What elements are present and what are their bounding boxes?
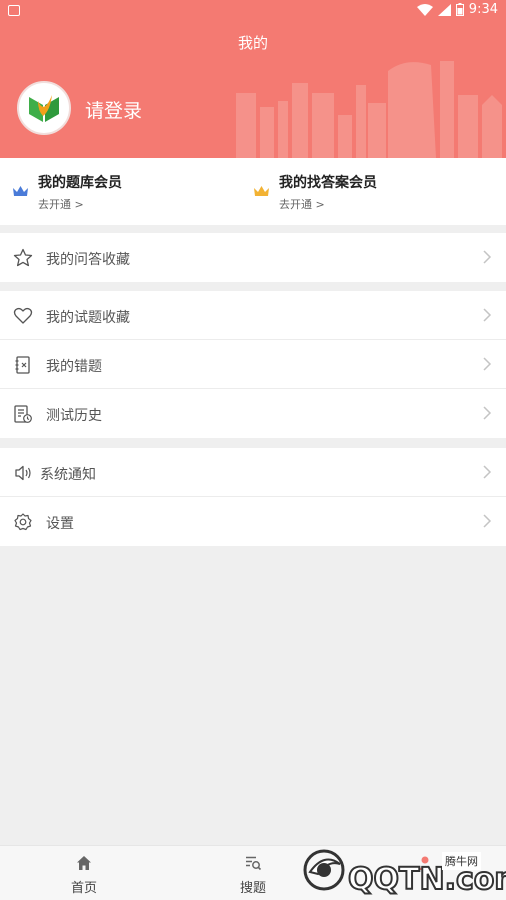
notification-icon bbox=[8, 5, 20, 16]
profile-header: 9:34 我的 请登录 bbox=[0, 0, 506, 158]
menu-item-label: 我的试题收藏 bbox=[46, 310, 130, 326]
chevron-right-icon bbox=[483, 357, 492, 371]
menu-item-label: 设置 bbox=[46, 516, 74, 532]
chevron-right-icon bbox=[483, 308, 492, 322]
answer-finder-membership[interactable]: 我的找答案会员 去开通 > bbox=[253, 158, 506, 225]
membership-panel: 我的题库会员 去开通 > 我的找答案会员 去开通 > bbox=[0, 158, 506, 225]
tab-search[interactable]: 搜题 bbox=[193, 846, 313, 900]
menu-item-label: 我的问答收藏 bbox=[46, 252, 130, 268]
login-link[interactable]: 请登录 bbox=[85, 96, 142, 123]
home-icon bbox=[77, 856, 91, 870]
crown-icon bbox=[13, 186, 28, 196]
menu-group-system: 系统通知 设置 bbox=[0, 448, 506, 546]
battery-icon bbox=[455, 3, 464, 16]
tab-home[interactable]: 首页 bbox=[24, 846, 144, 900]
city-skyline-decoration bbox=[236, 61, 502, 158]
menu-item-label: 我的错题 bbox=[46, 359, 102, 375]
tab-label: 搜题 bbox=[239, 881, 266, 896]
avatar[interactable] bbox=[17, 81, 71, 135]
menu-item-notifications[interactable]: 系统通知 bbox=[0, 448, 506, 497]
chevron-right-icon bbox=[483, 250, 492, 264]
tab-label: 首页 bbox=[70, 881, 97, 896]
search-list-icon bbox=[246, 856, 262, 871]
watermark-brand: 腾牛网 bbox=[442, 852, 481, 870]
member-title: 我的找答案会员 bbox=[279, 175, 377, 191]
crown-icon bbox=[254, 186, 269, 196]
signal-icon bbox=[437, 3, 451, 16]
app-logo-icon bbox=[29, 95, 59, 122]
question-bank-membership[interactable]: 我的题库会员 去开通 > bbox=[0, 158, 253, 225]
page-title: 我的 bbox=[237, 34, 268, 52]
chevron-right-icon bbox=[483, 406, 492, 420]
status-time: 9:34 bbox=[468, 2, 498, 17]
menu-item-label: 测试历史 bbox=[46, 408, 102, 424]
wifi-icon bbox=[416, 3, 433, 16]
menu-item-test-history[interactable]: 测试历史 bbox=[0, 389, 506, 438]
activate-link[interactable]: 去开通 > bbox=[38, 196, 84, 212]
chevron-right-icon bbox=[483, 465, 492, 479]
status-bar: 9:34 bbox=[0, 0, 506, 22]
menu-item-question-favorites[interactable]: 我的试题收藏 bbox=[0, 291, 506, 340]
notebook-icon bbox=[15, 356, 30, 374]
gear-icon bbox=[14, 513, 32, 531]
watermark-text: QQTN.com bbox=[348, 862, 506, 897]
menu-item-qa-favorites[interactable]: 我的问答收藏 bbox=[0, 233, 506, 282]
speaker-icon bbox=[15, 465, 31, 481]
menu-item-wrong-questions[interactable]: 我的错题 bbox=[0, 340, 506, 389]
menu-group-qa: 我的问答收藏 bbox=[0, 233, 506, 282]
star-icon bbox=[13, 248, 33, 267]
chevron-right-icon bbox=[483, 514, 492, 528]
activate-link[interactable]: 去开通 > bbox=[279, 196, 325, 212]
history-icon bbox=[14, 405, 32, 423]
menu-item-settings[interactable]: 设置 bbox=[0, 497, 506, 546]
member-title: 我的题库会员 bbox=[38, 175, 122, 191]
heart-icon bbox=[13, 307, 33, 324]
menu-group-study: 我的试题收藏 我的错题 测试历史 bbox=[0, 291, 506, 438]
menu-item-label: 系统通知 bbox=[40, 467, 96, 483]
